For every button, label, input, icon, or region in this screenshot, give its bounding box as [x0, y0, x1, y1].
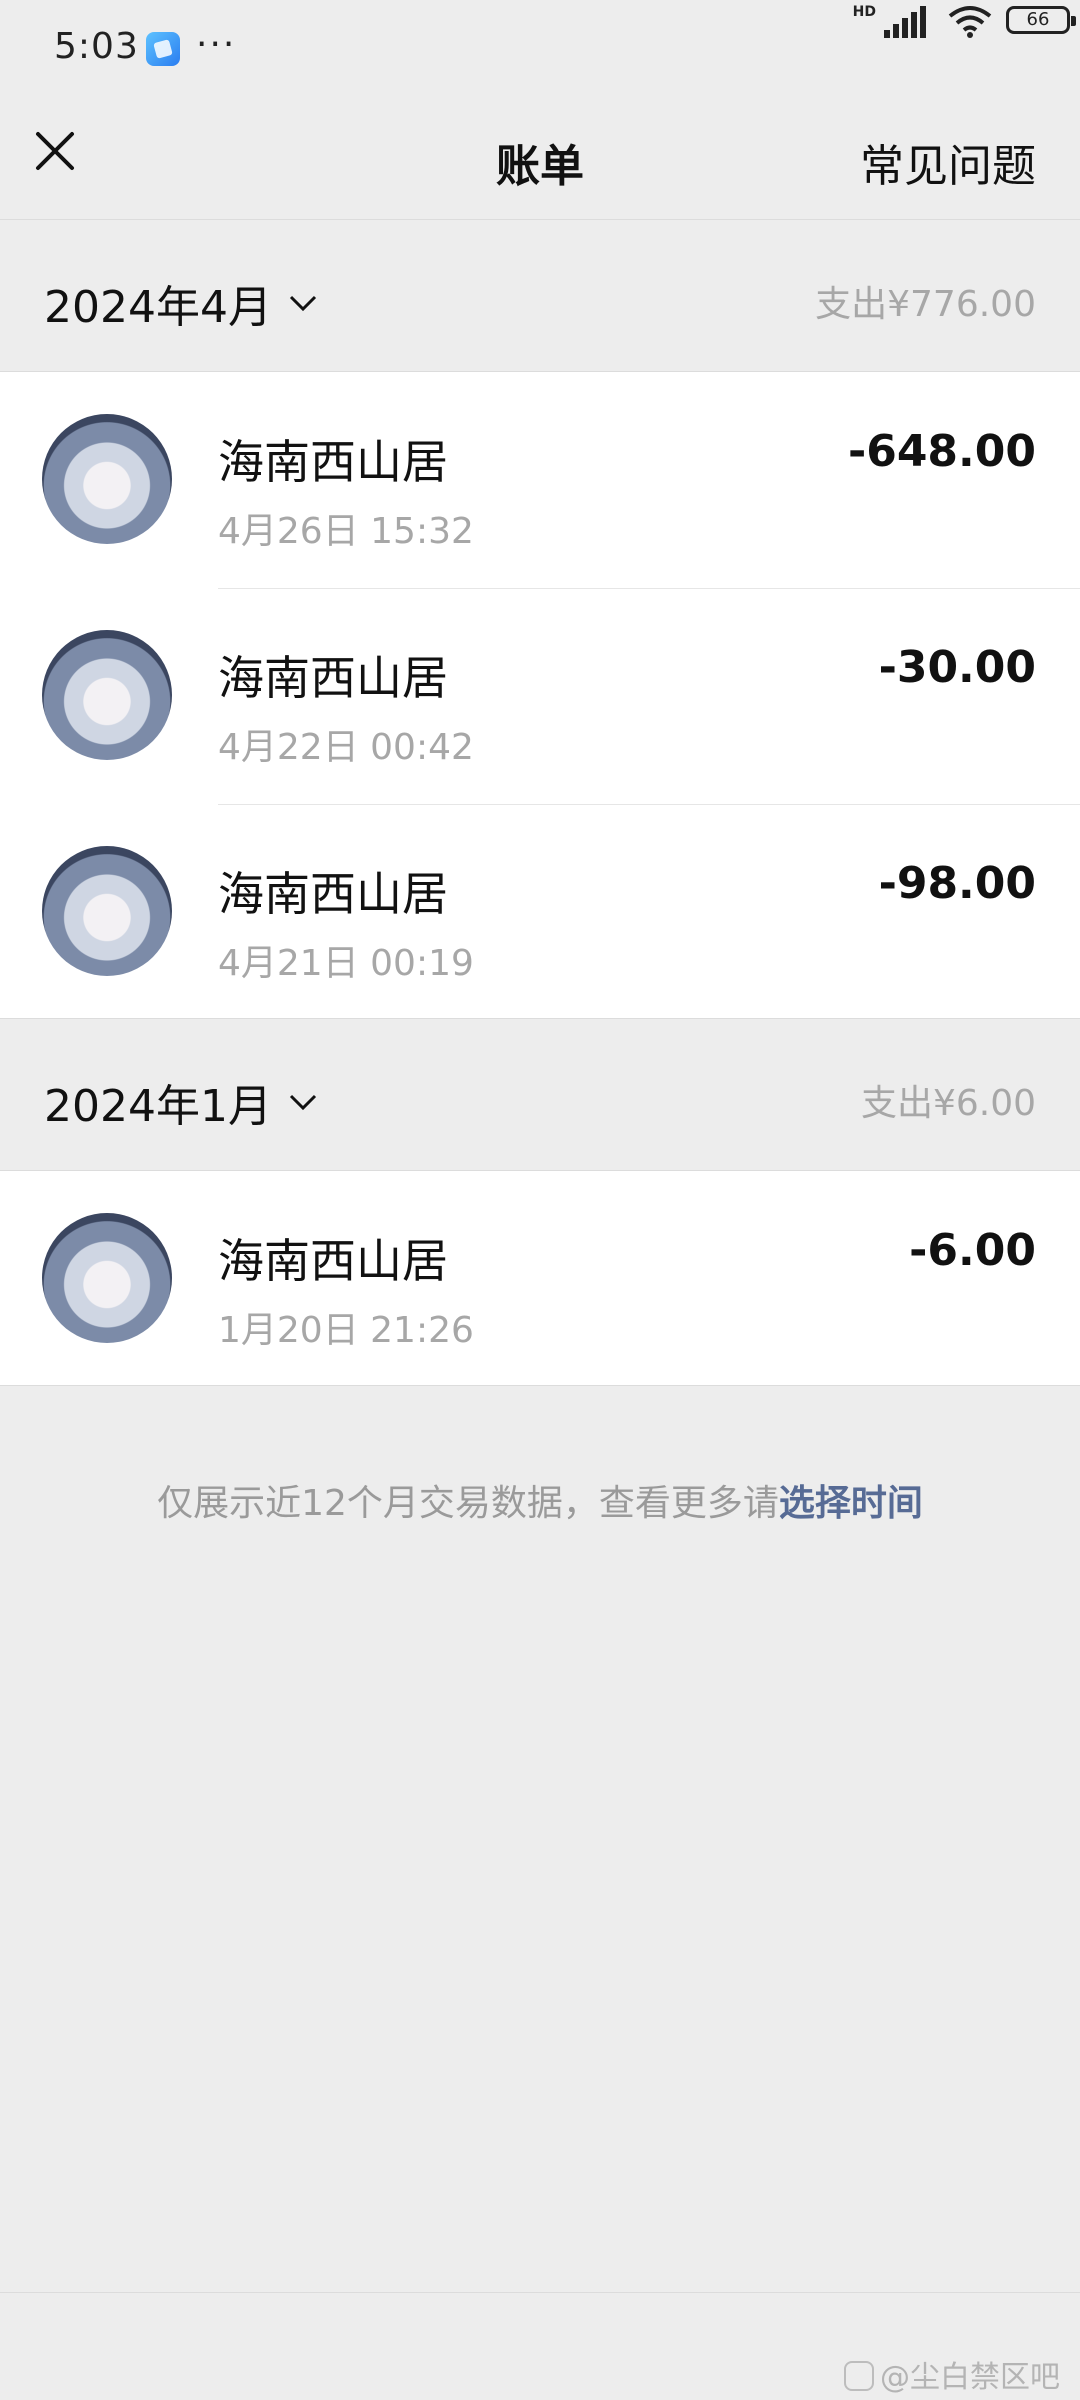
watermark-logo-icon	[844, 2361, 874, 2391]
month-header-january: 2024年1月 支出¥6.00	[0, 1020, 1080, 1170]
transaction-row[interactable]: 海南西山居 4月22日 00:42 -30.00	[0, 588, 1080, 804]
transaction-row[interactable]: 海南西山居 4月21日 00:19 -98.00	[0, 804, 1080, 1020]
month-selector[interactable]: 2024年1月	[44, 1070, 318, 1134]
watermark: @尘白禁区吧	[844, 2352, 1060, 2396]
transaction-amount: -6.00	[909, 1225, 1036, 1276]
month-expense-total: 支出¥6.00	[860, 1083, 1036, 1124]
transaction-amount: -30.00	[878, 642, 1036, 693]
merchant-name: 海南西山居	[218, 435, 448, 489]
merchant-avatar	[42, 1213, 172, 1343]
transaction-datetime: 4月26日 15:32	[218, 511, 474, 552]
watermark-text: @尘白禁区吧	[880, 2360, 1060, 2395]
divider	[0, 2292, 1080, 2293]
top-navigation-bar: 账单 常见问题	[0, 100, 1080, 220]
transaction-datetime: 1月20日 21:26	[218, 1310, 474, 1351]
history-note-text: 仅展示近12个月交易数据，查看更多请	[157, 1483, 779, 1524]
month-expense-total: 支出¥776.00	[815, 284, 1036, 325]
chevron-down-icon	[289, 1094, 317, 1111]
signal-icon	[884, 6, 926, 38]
wifi-icon	[948, 6, 992, 38]
transaction-row[interactable]: 海南西山居 1月20日 21:26 -6.00	[0, 1171, 1080, 1387]
month-label: 2024年4月	[44, 282, 272, 333]
transaction-datetime: 4月22日 00:42	[218, 727, 474, 768]
faq-button[interactable]: 常见问题	[860, 130, 1036, 194]
merchant-avatar	[42, 630, 172, 760]
merchant-name: 海南西山居	[218, 651, 448, 705]
merchant-name: 海南西山居	[218, 867, 448, 921]
transaction-list: 海南西山居 4月26日 15:32 -648.00 海南西山居 4月22日 00…	[0, 371, 1080, 1019]
hd-indicator: HD	[852, 4, 876, 20]
app-notification-icon	[146, 32, 180, 66]
select-time-link[interactable]: 选择时间	[779, 1483, 923, 1524]
merchant-avatar	[42, 414, 172, 544]
month-header-april: 2024年4月 支出¥776.00	[0, 221, 1080, 371]
status-time: 5:03	[54, 26, 139, 67]
transaction-row[interactable]: 海南西山居 4月26日 15:32 -648.00	[0, 372, 1080, 588]
merchant-avatar	[42, 846, 172, 976]
transaction-amount: -98.00	[878, 858, 1036, 909]
status-bar: 5:03 ··· HD 66	[0, 0, 1080, 100]
transaction-list: 海南西山居 1月20日 21:26 -6.00	[0, 1170, 1080, 1386]
month-label: 2024年1月	[44, 1081, 272, 1132]
battery-icon: 66	[1006, 6, 1076, 34]
history-limit-note: 仅展示近12个月交易数据，查看更多请选择时间	[0, 1474, 1080, 1526]
month-selector[interactable]: 2024年4月	[44, 271, 318, 335]
chevron-down-icon	[289, 295, 317, 312]
merchant-name: 海南西山居	[218, 1234, 448, 1288]
more-notifications-icon: ···	[196, 24, 237, 65]
transaction-amount: -648.00	[847, 426, 1036, 477]
transaction-datetime: 4月21日 00:19	[218, 943, 474, 984]
